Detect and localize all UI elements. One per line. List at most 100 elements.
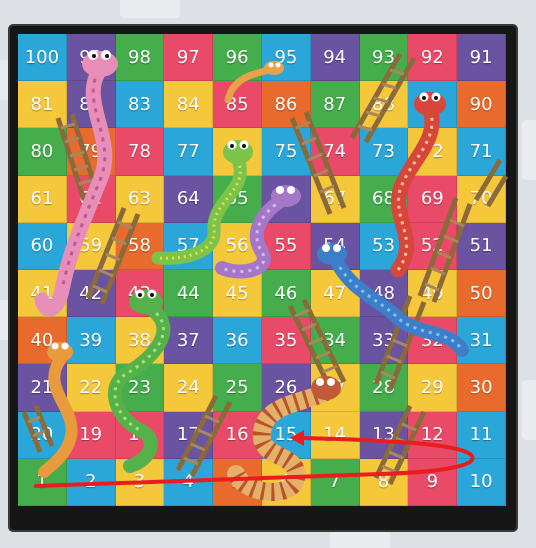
board-cell[interactable]: 60 bbox=[18, 222, 67, 270]
board-cell[interactable]: 75 bbox=[261, 128, 311, 176]
board-cell[interactable]: 73 bbox=[359, 128, 409, 176]
board-cell[interactable]: 32 bbox=[408, 317, 458, 365]
board-cell[interactable]: 20 bbox=[18, 411, 67, 459]
board-cell[interactable]: 78 bbox=[115, 128, 165, 176]
board-cell[interactable]: 41 bbox=[18, 270, 67, 318]
board-cell[interactable]: 83 bbox=[115, 81, 165, 129]
board-cell[interactable]: 82 bbox=[66, 81, 116, 129]
board-cell[interactable]: 25 bbox=[213, 364, 262, 412]
board-cell[interactable]: 27 bbox=[310, 364, 360, 412]
board-cell[interactable]: 79 bbox=[66, 128, 116, 176]
board-cell[interactable]: 2 bbox=[66, 458, 116, 506]
board-cell[interactable]: 98 bbox=[115, 34, 165, 82]
board-cell[interactable]: 12 bbox=[408, 411, 458, 459]
board-cell[interactable]: 72 bbox=[408, 128, 458, 176]
board-cell[interactable]: 86 bbox=[261, 81, 311, 129]
board-cell[interactable]: 71 bbox=[457, 128, 506, 176]
board-cell[interactable]: 97 bbox=[164, 34, 214, 82]
board-cell[interactable]: 37 bbox=[164, 317, 214, 365]
board-cell[interactable]: 85 bbox=[213, 81, 262, 129]
board-cell[interactable]: 29 bbox=[408, 364, 458, 412]
board-cell[interactable]: 38 bbox=[115, 317, 165, 365]
board-cell[interactable]: 52 bbox=[408, 222, 458, 270]
board-cell[interactable]: 34 bbox=[310, 317, 360, 365]
board-cell[interactable]: 45 bbox=[213, 270, 262, 318]
board-cell[interactable]: 40 bbox=[18, 317, 67, 365]
board-cell[interactable]: 99 bbox=[66, 34, 116, 82]
board-cell[interactable]: 7 bbox=[310, 458, 360, 506]
board-cell[interactable]: 57 bbox=[164, 222, 214, 270]
board-cell[interactable]: 92 bbox=[408, 34, 458, 82]
board-cell[interactable]: 28 bbox=[359, 364, 409, 412]
board-cell[interactable]: 88 bbox=[359, 81, 409, 129]
board-cell[interactable]: 17 bbox=[164, 411, 214, 459]
board-cell[interactable]: 3 bbox=[115, 458, 165, 506]
board-cell[interactable]: 59 bbox=[66, 222, 116, 270]
board-cell[interactable]: 63 bbox=[115, 175, 165, 223]
board-cell[interactable]: 46 bbox=[261, 270, 311, 318]
board-cell[interactable]: 54 bbox=[310, 222, 360, 270]
board-cell[interactable]: 50 bbox=[457, 270, 506, 318]
board-cell[interactable]: 80 bbox=[18, 128, 67, 176]
board-cell[interactable]: 89 bbox=[408, 81, 458, 129]
board-cell[interactable]: 94 bbox=[310, 34, 360, 82]
board-cell[interactable]: 58 bbox=[115, 222, 165, 270]
board-cell[interactable]: 13 bbox=[359, 411, 409, 459]
board-cell[interactable]: 74 bbox=[310, 128, 360, 176]
board-cell[interactable]: 69 bbox=[408, 175, 458, 223]
board-cell[interactable]: 49 bbox=[408, 270, 458, 318]
board-cell[interactable]: 39 bbox=[66, 317, 116, 365]
board-cell[interactable]: 53 bbox=[359, 222, 409, 270]
board-cell[interactable]: 24 bbox=[164, 364, 214, 412]
board-cell[interactable]: 91 bbox=[457, 34, 506, 82]
board-cell[interactable]: 22 bbox=[66, 364, 116, 412]
board-cell[interactable]: 14 bbox=[310, 411, 360, 459]
board-cell[interactable]: 96 bbox=[213, 34, 262, 82]
board-cell[interactable]: 56 bbox=[213, 222, 262, 270]
board-cell[interactable]: 64 bbox=[164, 175, 214, 223]
board-cell[interactable]: 68 bbox=[359, 175, 409, 223]
board-cell[interactable]: 10 bbox=[457, 458, 506, 506]
board-cell[interactable]: 66 bbox=[261, 175, 311, 223]
board-cell[interactable]: 23 bbox=[115, 364, 165, 412]
board-cell[interactable]: 95 bbox=[261, 34, 311, 82]
board-cell[interactable]: 51 bbox=[457, 222, 506, 270]
board-cell[interactable]: 61 bbox=[18, 175, 67, 223]
board-cell[interactable]: 62 bbox=[66, 175, 116, 223]
board-cell[interactable]: 67 bbox=[310, 175, 360, 223]
board-cell[interactable]: 84 bbox=[164, 81, 214, 129]
board-cell[interactable]: 5 bbox=[213, 458, 262, 506]
board-cell[interactable]: 44 bbox=[164, 270, 214, 318]
board-cell[interactable]: 55 bbox=[261, 222, 311, 270]
board-cell[interactable]: 35 bbox=[261, 317, 311, 365]
board-cell[interactable]: 43 bbox=[115, 270, 165, 318]
board-cell[interactable]: 33 bbox=[359, 317, 409, 365]
board-cell[interactable]: 47 bbox=[310, 270, 360, 318]
board-cell[interactable]: 26 bbox=[261, 364, 311, 412]
board-cell[interactable]: 6 bbox=[261, 458, 311, 506]
board-cell[interactable]: 65 bbox=[213, 175, 262, 223]
board-cell[interactable]: 18 bbox=[115, 411, 165, 459]
board-cell[interactable]: 31 bbox=[457, 317, 506, 365]
board-cell[interactable]: 42 bbox=[66, 270, 116, 318]
board-cell[interactable]: 70 bbox=[457, 175, 506, 223]
board-cell[interactable]: 36 bbox=[213, 317, 262, 365]
board-cell[interactable]: 93 bbox=[359, 34, 409, 82]
board-cell[interactable]: 77 bbox=[164, 128, 214, 176]
board-cell[interactable]: 100 bbox=[18, 34, 67, 82]
board-cell[interactable]: 48 bbox=[359, 270, 409, 318]
board-cell[interactable]: 90 bbox=[457, 81, 506, 129]
board-cell[interactable]: 81 bbox=[18, 81, 67, 129]
board-cell[interactable]: 16 bbox=[213, 411, 262, 459]
board-cell[interactable]: 9 bbox=[408, 458, 458, 506]
board-cell[interactable]: 30 bbox=[457, 364, 506, 412]
board-cell[interactable]: 87 bbox=[310, 81, 360, 129]
board-cell[interactable]: 8 bbox=[359, 458, 409, 506]
board-cell[interactable]: 4 bbox=[164, 458, 214, 506]
board-cell[interactable]: 1 bbox=[18, 458, 67, 506]
board-cell[interactable]: 15 bbox=[261, 411, 311, 459]
board-cell[interactable]: 11 bbox=[457, 411, 506, 459]
board-cell[interactable]: 21 bbox=[18, 364, 67, 412]
board-cell[interactable]: 76 bbox=[213, 128, 262, 176]
board-cell[interactable]: 19 bbox=[66, 411, 116, 459]
